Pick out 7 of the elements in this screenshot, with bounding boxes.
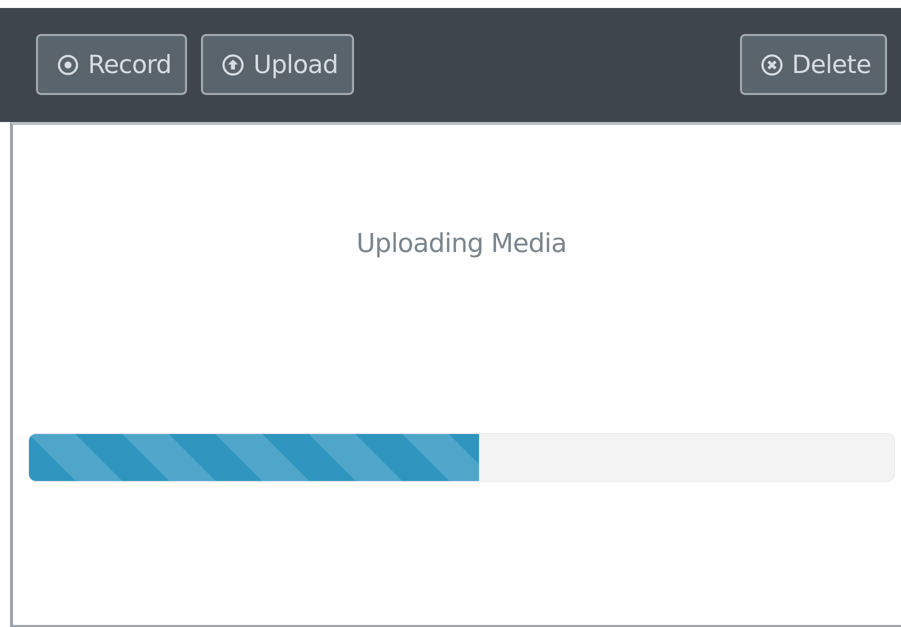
delete-button[interactable]: Delete — [740, 34, 887, 95]
upload-button[interactable]: Upload — [201, 34, 354, 95]
record-button[interactable]: Record — [36, 34, 188, 95]
record-icon — [56, 52, 80, 76]
status-message: Uploading Media — [356, 229, 567, 259]
delete-icon — [760, 52, 784, 76]
upload-icon — [221, 52, 246, 76]
